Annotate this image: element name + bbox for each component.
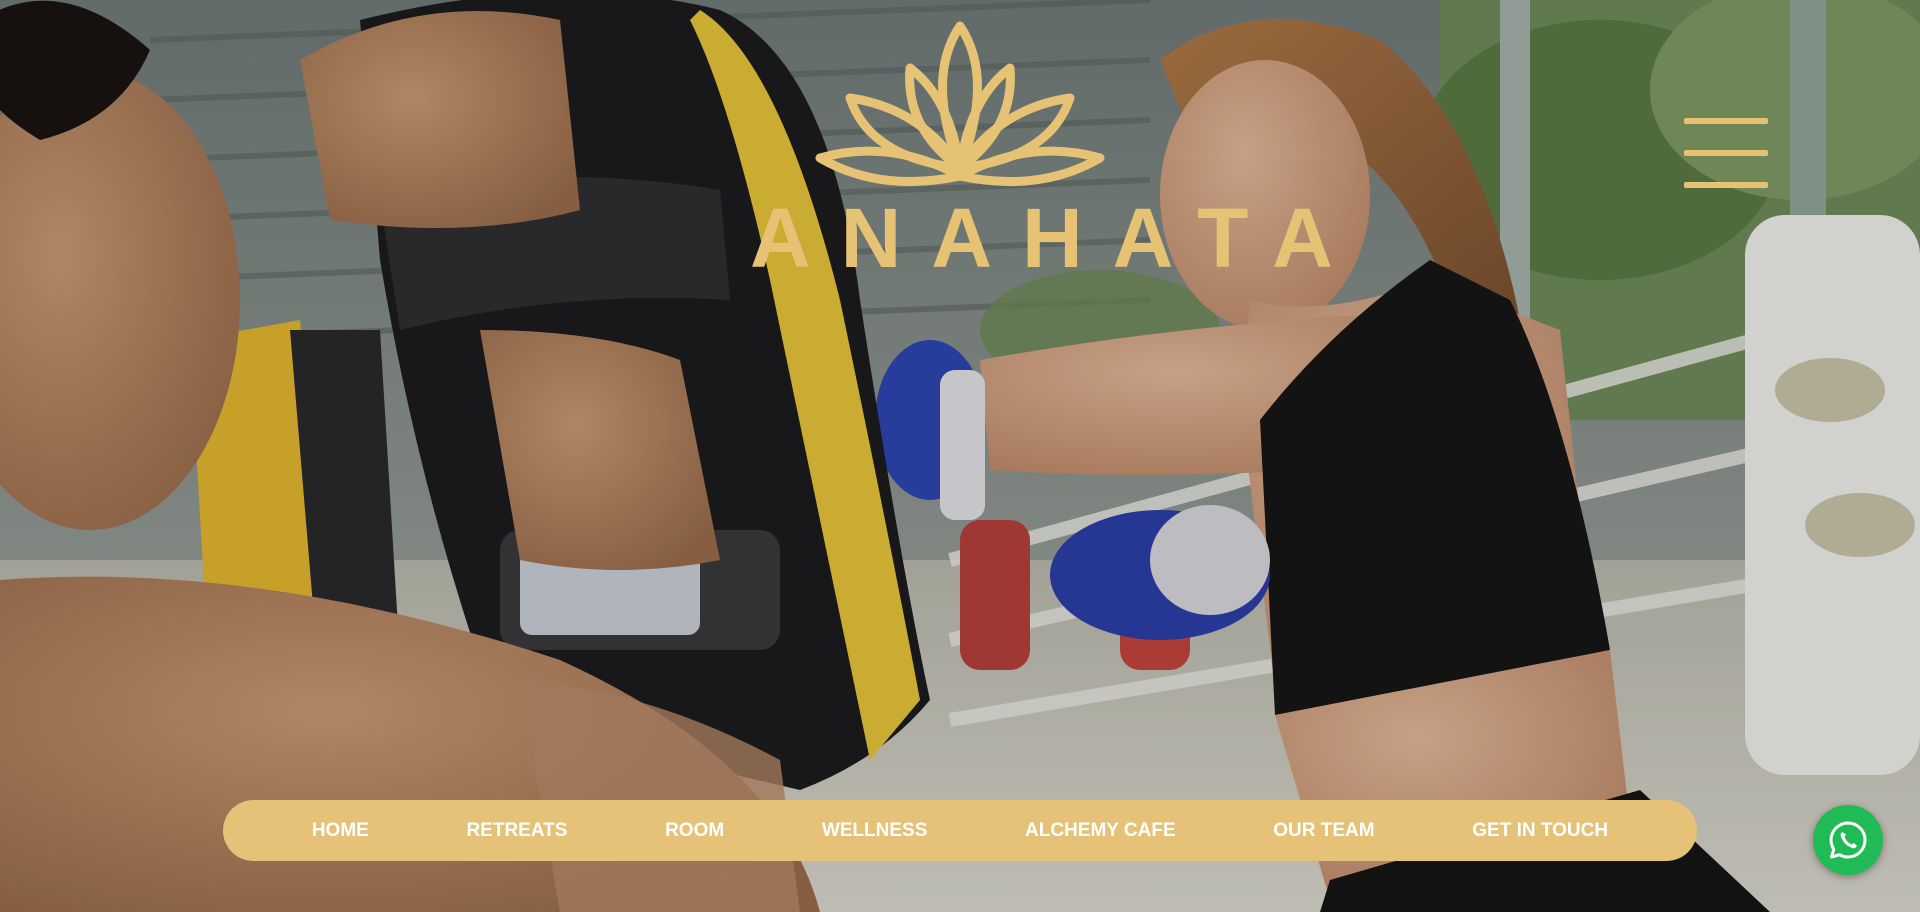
brand-name: ANAHATA xyxy=(750,191,1363,285)
lotus-icon xyxy=(815,21,1105,187)
nav-item-home[interactable]: HOME xyxy=(312,820,369,842)
brand-logo[interactable]: ANAHATA xyxy=(720,18,1363,285)
menu-line-top xyxy=(1684,118,1768,124)
main-navigation: HOME RETREATS ROOM WELLNESS ALCHEMY CAFE… xyxy=(223,800,1697,861)
whatsapp-button[interactable] xyxy=(1813,805,1883,875)
nav-item-alchemy-cafe[interactable]: ALCHEMY CAFE xyxy=(1025,820,1176,842)
menu-line-bottom xyxy=(1684,182,1768,188)
nav-item-retreats[interactable]: RETREATS xyxy=(466,820,567,842)
hamburger-menu-icon[interactable] xyxy=(1680,116,1770,192)
nav-item-wellness[interactable]: WELLNESS xyxy=(822,820,928,842)
whatsapp-icon xyxy=(1829,821,1867,859)
nav-item-our-team[interactable]: OUR TEAM xyxy=(1273,820,1374,842)
menu-line-middle xyxy=(1684,150,1768,156)
nav-item-get-in-touch[interactable]: GET IN TOUCH xyxy=(1472,820,1608,842)
nav-item-room[interactable]: ROOM xyxy=(665,820,724,842)
hero-section: ANAHATA HOME RETREATS ROOM WELLNESS ALCH… xyxy=(0,0,1920,912)
